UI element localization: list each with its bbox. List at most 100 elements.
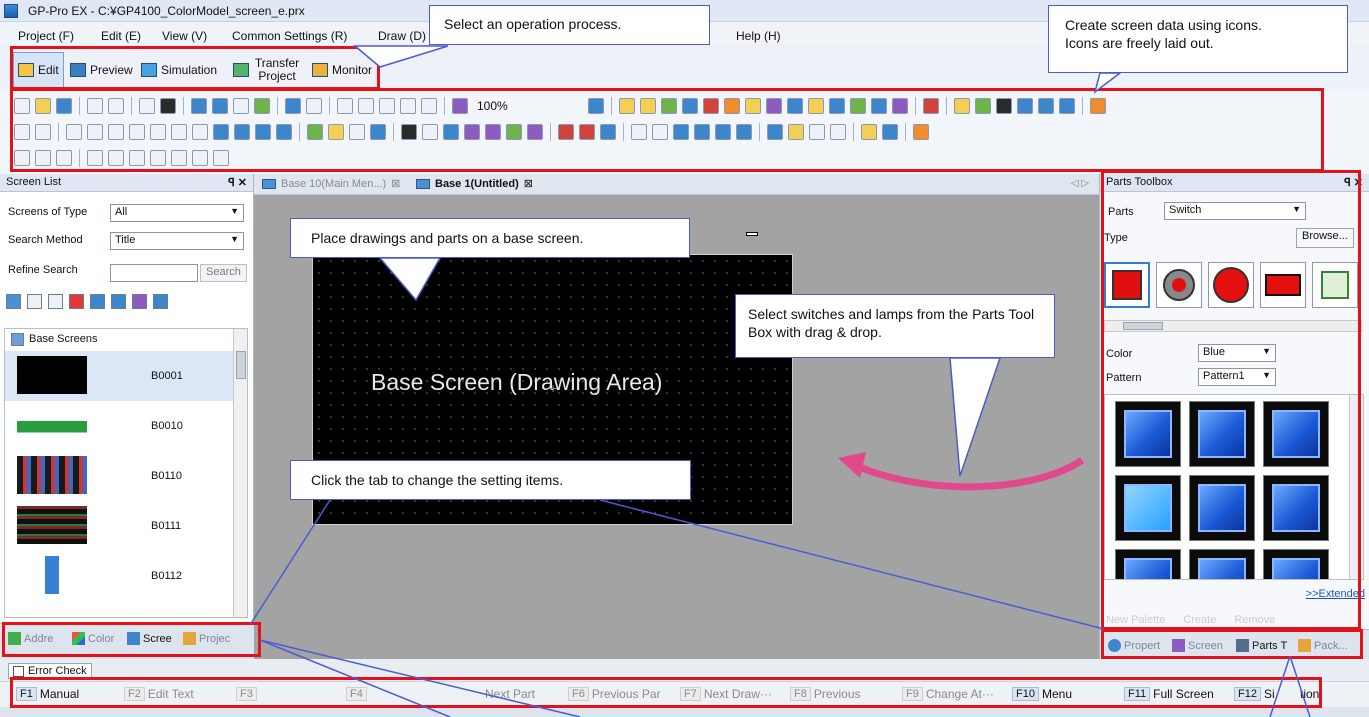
data-display-icon[interactable] <box>349 124 365 140</box>
contact-b-icon[interactable] <box>108 150 124 166</box>
scrollbar-thumb[interactable] <box>1123 322 1163 330</box>
picture-icon[interactable] <box>600 124 616 140</box>
branch-icon[interactable] <box>192 150 208 166</box>
new-icon[interactable] <box>14 98 30 114</box>
palette-item[interactable] <box>1115 475 1181 541</box>
screen-item-b0001[interactable]: B0001 <box>5 351 233 401</box>
select-arrow-icon[interactable] <box>14 124 30 140</box>
zoom-dropdown-icon[interactable] <box>588 98 604 114</box>
new-palette-button[interactable]: New Palette <box>1106 614 1165 626</box>
screen-open-icon[interactable] <box>212 98 228 114</box>
palette-item[interactable] <box>1263 475 1329 541</box>
pattern-select[interactable]: Pattern1 ▼ <box>1198 368 1276 386</box>
screen-close-icon[interactable] <box>233 98 249 114</box>
meter-icon[interactable] <box>527 124 543 140</box>
scale-icon[interactable] <box>213 124 229 140</box>
fkey-f1[interactable]: F1 Manual <box>16 687 79 701</box>
open-icon[interactable] <box>35 98 51 114</box>
screen-save-icon[interactable] <box>254 98 270 114</box>
browse-button[interactable]: Browse... <box>1296 228 1354 248</box>
mode-edit[interactable]: Edit <box>13 52 64 88</box>
new-screen-icon[interactable] <box>6 294 21 309</box>
tab-color[interactable]: Color <box>72 632 114 645</box>
touch-icon[interactable] <box>861 124 877 140</box>
fkey-f10[interactable]: F10 Menu <box>1012 687 1072 701</box>
logging-icon[interactable] <box>850 98 866 114</box>
close-icon[interactable]: ⊠ <box>524 177 533 190</box>
menu-help[interactable]: Help (H) <box>736 29 781 43</box>
fkey-f12[interactable]: F12 Si <box>1234 687 1275 701</box>
line-icon[interactable] <box>87 124 103 140</box>
monitor-small-icon[interactable] <box>1059 98 1075 114</box>
memo-icon[interactable] <box>788 124 804 140</box>
part-home-switch[interactable] <box>1312 262 1358 308</box>
remove-button[interactable]: Remove <box>1234 614 1275 626</box>
window-icon[interactable] <box>954 98 970 114</box>
screen-property-icon[interactable] <box>90 294 105 309</box>
barcode-icon[interactable] <box>882 124 898 140</box>
polygon-icon[interactable] <box>150 124 166 140</box>
numeric-icon[interactable] <box>370 124 386 140</box>
slider-icon[interactable] <box>673 124 689 140</box>
pin-close-icon[interactable]: ꟼ ✕ <box>228 176 247 189</box>
screen-group-header[interactable]: Base Screens <box>5 329 247 349</box>
palette-item[interactable] <box>1115 401 1181 467</box>
palette-scrollbar[interactable] <box>1349 395 1363 579</box>
screen-list-scrollbar[interactable] <box>233 329 247 617</box>
create-button[interactable]: Create <box>1183 614 1216 626</box>
tab-parts-toolbox[interactable]: Parts T <box>1236 639 1287 652</box>
transfer-icon[interactable] <box>1017 98 1033 114</box>
setting-icon[interactable] <box>913 124 929 140</box>
tab-screen[interactable]: Scree <box>127 632 172 645</box>
script-call-icon[interactable] <box>830 124 846 140</box>
report-icon[interactable] <box>975 98 991 114</box>
tag-icon[interactable] <box>661 98 677 114</box>
mode-simulation[interactable]: Simulation <box>137 52 221 88</box>
recipe-icon[interactable] <box>787 98 803 114</box>
camera-icon[interactable] <box>160 98 176 114</box>
copy-screen-icon[interactable] <box>27 294 42 309</box>
rising-edge-icon[interactable] <box>150 150 166 166</box>
search-button[interactable]: Search <box>200 264 247 282</box>
part-rect-lamp[interactable] <box>1260 262 1306 308</box>
part-round-switch[interactable] <box>1156 262 1202 308</box>
tab-address[interactable]: Addre <box>8 632 53 645</box>
screen-import-icon[interactable] <box>132 294 147 309</box>
utility-icon[interactable] <box>139 98 155 114</box>
close-icon[interactable]: ⊠ <box>391 177 400 190</box>
ladder-icon[interactable] <box>14 150 30 166</box>
table-icon[interactable] <box>276 124 292 140</box>
image-icon[interactable] <box>923 98 939 114</box>
save-icon[interactable] <box>56 98 72 114</box>
parts-select[interactable]: Switch ▼ <box>1164 202 1306 220</box>
alarm-display-icon[interactable] <box>558 124 574 140</box>
person-icon[interactable] <box>996 98 1012 114</box>
paste-icon[interactable] <box>379 98 395 114</box>
screens-of-type-select[interactable]: All ▼ <box>110 204 244 222</box>
pie-graph-icon[interactable] <box>506 124 522 140</box>
flag-icon[interactable] <box>1090 98 1106 114</box>
address-icon[interactable] <box>619 98 635 114</box>
search-method-select[interactable]: Title ▼ <box>110 232 244 250</box>
sampling-icon[interactable] <box>871 98 887 114</box>
pin-close-icon[interactable]: ꟼ ✕ <box>1344 176 1363 189</box>
screen-export-icon[interactable] <box>153 294 168 309</box>
screen-item-b0110[interactable]: B0110 <box>5 451 233 501</box>
arc-icon[interactable] <box>192 124 208 140</box>
fkey-f9[interactable]: F9 Change At··· <box>902 687 994 701</box>
video-icon[interactable] <box>694 124 710 140</box>
device-icon[interactable] <box>640 98 656 114</box>
screen-new-icon[interactable] <box>191 98 207 114</box>
zoom-select[interactable]: 100% <box>473 98 583 114</box>
duplicate-icon[interactable] <box>400 98 416 114</box>
fkey-f8[interactable]: F8 Previous <box>790 687 861 701</box>
error-check-tab[interactable]: Error Check <box>8 663 92 679</box>
fkey-f6[interactable]: F6 Previous Par <box>568 687 661 701</box>
data-transfer-icon[interactable] <box>715 124 731 140</box>
screen-item-b0112[interactable]: B0112 <box>5 551 233 601</box>
text-icon[interactable] <box>35 124 51 140</box>
palette-item[interactable] <box>1263 549 1329 579</box>
circle-icon[interactable] <box>171 124 187 140</box>
menu-common-settings[interactable]: Common Settings (R) <box>232 29 347 43</box>
ladder-edit-icon[interactable] <box>35 150 51 166</box>
